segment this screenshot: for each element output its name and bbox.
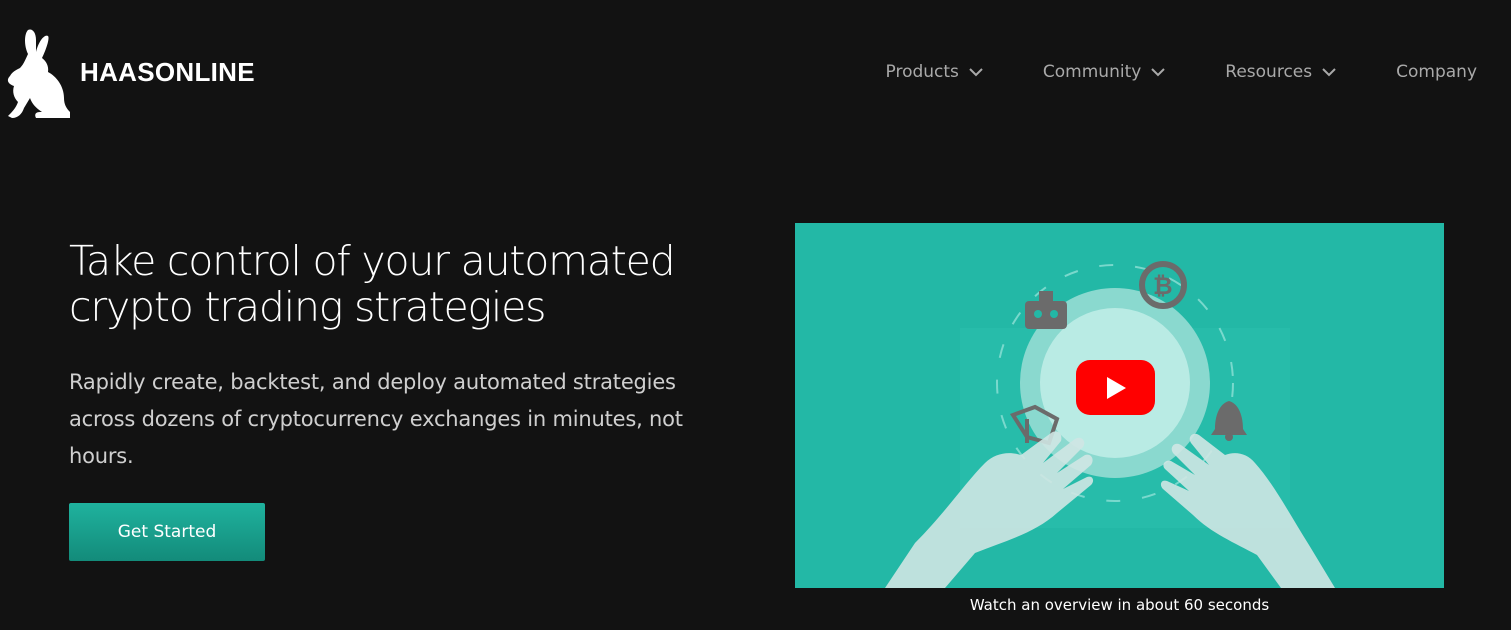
rabbit-icon xyxy=(7,29,70,118)
nav-item-label: Community xyxy=(1042,62,1142,82)
video-caption: Watch an overview in about 60 seconds xyxy=(969,596,1270,614)
chevron-down-icon xyxy=(1322,68,1336,77)
youtube-play-icon[interactable] xyxy=(1076,360,1155,415)
robot-icon xyxy=(1025,291,1067,329)
nav-item-products[interactable]: Products xyxy=(886,62,983,82)
get-started-button[interactable]: Get Started xyxy=(69,503,265,561)
brand-logo[interactable]: HAASONLINE xyxy=(6,28,255,120)
video-illustration: ₿ xyxy=(885,261,1335,588)
nav-item-label: Products xyxy=(885,62,959,82)
svg-text:₿: ₿ xyxy=(1153,272,1173,300)
hero-subtitle: Rapidly create, backtest, and deploy aut… xyxy=(69,370,683,468)
video-thumbnail[interactable]: ₿ xyxy=(795,223,1444,588)
page: HAASONLINE Products Community Resources … xyxy=(0,0,1511,630)
main-nav: Products Community Resources Company xyxy=(886,62,1478,82)
nav-item-label: Company xyxy=(1396,62,1477,82)
nav-item-label: Resources xyxy=(1225,62,1313,82)
bitcoin-icon: ₿ xyxy=(1139,261,1187,309)
brand-name: HAASONLINE xyxy=(80,56,255,87)
nav-item-resources[interactable]: Resources xyxy=(1225,62,1336,82)
nav-item-company[interactable]: Company xyxy=(1396,62,1477,82)
hero-title: Take control of your automated crypto tr… xyxy=(69,237,676,331)
chevron-down-icon xyxy=(969,68,983,77)
chevron-down-icon xyxy=(1151,68,1166,77)
nav-item-community[interactable]: Community xyxy=(1042,62,1166,82)
